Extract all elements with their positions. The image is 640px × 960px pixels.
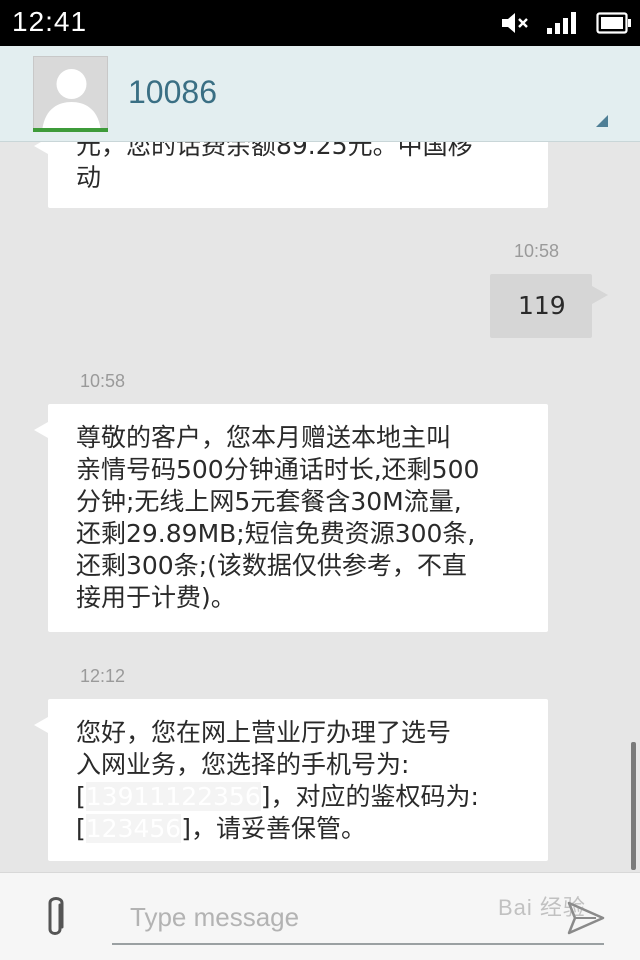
bracket: [ [76, 814, 86, 843]
scrollbar[interactable] [631, 742, 636, 870]
redacted-phone-number: 13911122356 [85, 782, 261, 811]
message-text: 尊敬的客户，您本月赠送本地主叫 亲情号码500分钟通话时长,还剩500 分钟;无… [76, 423, 480, 612]
status-icons [500, 10, 632, 36]
status-bar: 12:41 [0, 0, 640, 46]
signal-icon [546, 11, 580, 35]
message-line: 入网业务，您选择的手机号为: [76, 750, 410, 779]
avatar[interactable] [33, 56, 108, 131]
corner-indicator-icon [596, 115, 608, 127]
message-line: 您好，您在网上营业厅办理了选号 [76, 718, 452, 747]
status-time: 12:41 [12, 6, 88, 37]
paperclip-icon[interactable] [40, 895, 70, 945]
message-text: 元，您的话费余额89.25元。中国移 动 [76, 142, 473, 192]
message-timestamp: 10:58 [514, 241, 560, 261]
message-line: [123456]，请妥善保管。 [76, 813, 528, 845]
message-line: [13911122356]，对应的鉴权码为: [76, 781, 528, 813]
message-fragment: ]，请妥善保管。 [181, 814, 366, 843]
contact-name[interactable]: 10086 [128, 74, 217, 111]
bracket: [ [76, 782, 86, 811]
watermark: Bai 经验 [498, 895, 586, 920]
battery-icon [596, 12, 632, 34]
message-timestamp: 12:12 [80, 666, 126, 686]
avatar-accent-bar [33, 128, 108, 132]
redacted-auth-code: 123456 [85, 814, 182, 843]
message-timestamp: 10:58 [80, 371, 126, 391]
message-list[interactable]: 元，您的话费余额89.25元。中国移 动 10:58 119 10:58 尊敬的… [0, 142, 640, 872]
message-text: 您好，您在网上营业厅办理了选号 入网业务，您选择的手机号为: [13911122… [76, 717, 528, 845]
message-bubble-incoming[interactable]: 元，您的话费余额89.25元。中国移 动 [34, 142, 548, 208]
avatar-silhouette-icon [34, 57, 107, 130]
mute-icon [500, 11, 530, 35]
message-text: 119 [518, 291, 566, 320]
message-bubble-incoming[interactable]: 尊敬的客户，您本月赠送本地主叫 亲情号码500分钟通话时长,还剩500 分钟;无… [34, 404, 548, 632]
message-fragment: ]，对应的鉴权码为: [260, 782, 479, 811]
conversation-header: 10086 [0, 46, 640, 142]
message-bubble-incoming[interactable]: 您好，您在网上营业厅办理了选号 入网业务，您选择的手机号为: [13911122… [34, 699, 548, 861]
message-bubble-outgoing[interactable]: 119 [490, 274, 608, 338]
